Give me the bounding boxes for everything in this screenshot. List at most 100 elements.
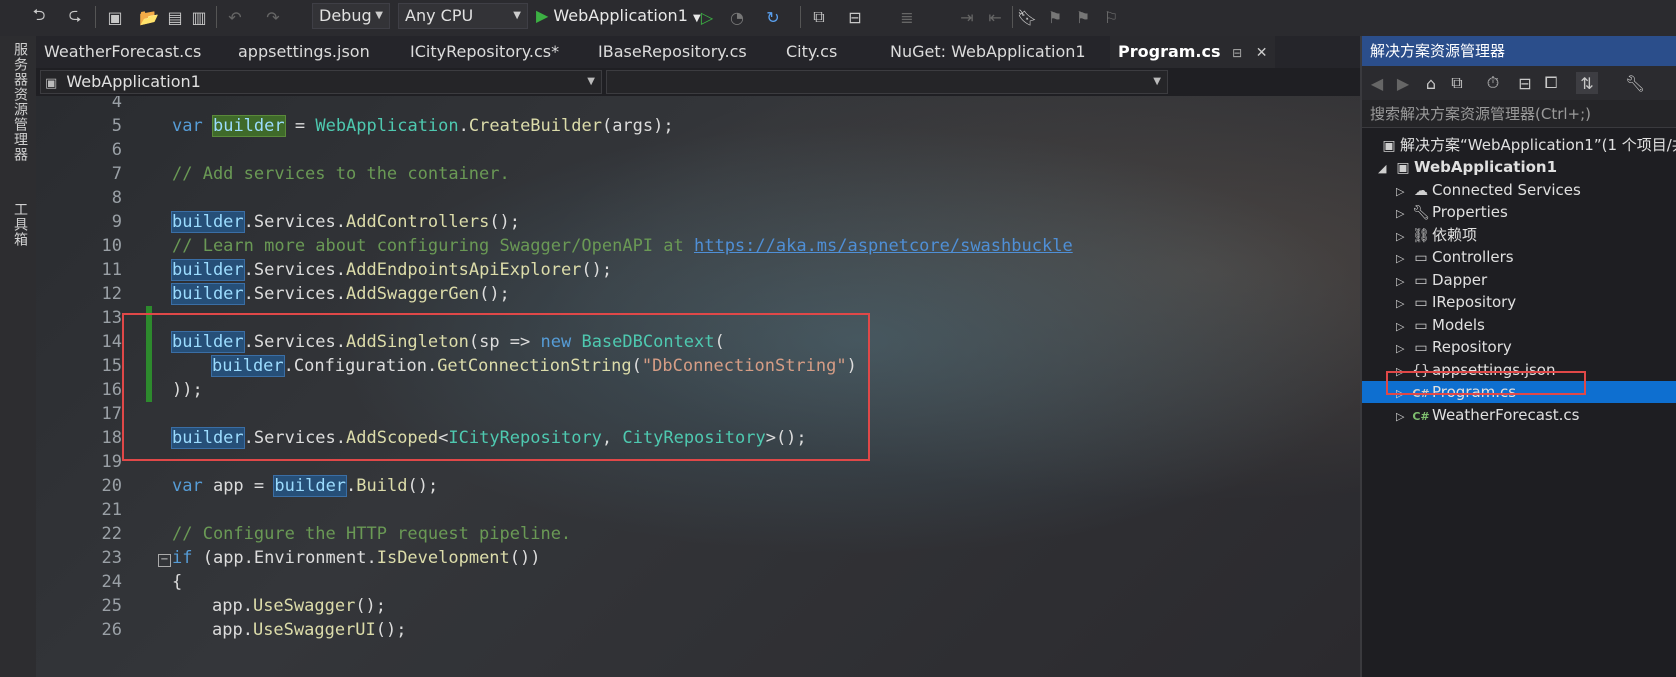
collapsed-icon[interactable]: ▷	[1396, 293, 1410, 315]
play-icon: ▶	[536, 6, 549, 25]
tree-models[interactable]: ▷ ▭ Models	[1396, 314, 1485, 336]
toolbar-separator	[216, 6, 217, 28]
line-number: 20	[101, 476, 122, 496]
tree-dependencies[interactable]: ▷ ⛓ 依赖项	[1396, 224, 1477, 246]
tab-weatherforecast[interactable]: WeatherForecast.cs	[44, 36, 201, 68]
line-number: 15	[101, 356, 122, 376]
csharp-project-icon: ▣	[1396, 160, 1410, 176]
back-icon[interactable]: ◀	[1366, 72, 1388, 94]
toolbox-tab[interactable]: 工具箱	[10, 202, 30, 247]
project-dropdown[interactable]: ▣ WebApplication1 ▼	[40, 70, 602, 94]
code-line-12: builder.Services.AddSwaggerGen();	[171, 283, 510, 305]
solution-explorer-title: 解决方案资源管理器	[1362, 36, 1676, 66]
csharp-project-icon: ▣	[45, 76, 58, 91]
forward-icon[interactable]: ▶	[1392, 72, 1414, 94]
folder-icon: ▭	[1414, 340, 1428, 356]
tab-program[interactable]: Program.cs ⊟ ✕	[1110, 36, 1276, 68]
line-number: 18	[101, 428, 122, 448]
expanded-icon[interactable]: ◢	[1378, 158, 1392, 180]
code-line-24: {	[172, 572, 183, 592]
swashbuckle-link[interactable]: https://aka.ms/aspnetcore/swashbuckle	[694, 236, 1073, 256]
toolbar-separator	[1012, 6, 1013, 28]
open-folder-icon[interactable]: 📂	[138, 6, 160, 28]
line-number: 26	[101, 620, 122, 640]
code-line-10: // Learn more about configuring Swagger/…	[172, 236, 1073, 256]
save-icon[interactable]: ▤	[164, 6, 186, 28]
pin-icon[interactable]: ⊟	[1232, 46, 1242, 60]
forward-icon[interactable]: ⮎	[64, 5, 86, 28]
line-number: 7	[111, 164, 122, 184]
collapsed-icon[interactable]: ▷	[1396, 406, 1410, 428]
tree-dapper[interactable]: ▷ ▭ Dapper	[1396, 269, 1487, 291]
collapsed-icon[interactable]: ▷	[1396, 271, 1410, 293]
platform-value: Any CPU	[405, 6, 474, 25]
collapse-icon[interactable]: −	[158, 554, 171, 567]
tree-repository[interactable]: ▷ ▭ Repository	[1396, 336, 1512, 358]
config-select[interactable]: Debug ▼	[312, 3, 390, 29]
solution-icon: ▣	[1382, 138, 1396, 154]
format-icon[interactable]: ≣	[896, 6, 918, 28]
tree-solution[interactable]: ▣ 解决方案“WebApplication1”(1 个项目/共	[1378, 134, 1676, 156]
tab-appsettings[interactable]: appsettings.json	[238, 36, 370, 68]
collapsed-icon[interactable]: ▷	[1396, 316, 1410, 338]
switch-views-icon[interactable]: ⧉	[1446, 72, 1468, 94]
code-line-23: if (app.Environment.IsDevelopment())	[172, 548, 541, 568]
indent-icon[interactable]: ⇥	[956, 6, 978, 28]
outdent-icon[interactable]: ⇤	[984, 6, 1006, 28]
line-number: 21	[101, 500, 122, 520]
collapsed-icon[interactable]: ▷	[1396, 181, 1410, 203]
run-button[interactable]: ▶ WebApplication1 ▼	[536, 3, 701, 29]
tree-controllers[interactable]: ▷ ▭ Controllers	[1396, 246, 1514, 268]
back-icon[interactable]: ⮌	[28, 5, 50, 28]
chevron-down-icon: ▼	[1153, 76, 1161, 87]
tree-connected-services[interactable]: ▷ ☁ Connected Services	[1396, 179, 1581, 201]
collapse-all-icon[interactable]: ⊟	[1514, 72, 1536, 94]
home-icon[interactable]: ⌂	[1420, 72, 1442, 94]
refresh-icon[interactable]: ↻	[762, 6, 784, 28]
collapsed-icon[interactable]: ▷	[1396, 248, 1410, 270]
save-all-icon[interactable]: ▥	[188, 6, 210, 28]
prev-bookmark-icon[interactable]: ⚑	[1044, 6, 1066, 28]
line-number: 12	[101, 284, 122, 304]
new-project-icon[interactable]: ▣	[104, 6, 126, 28]
properties-wrench-icon[interactable]: 🔧︎	[1624, 72, 1646, 94]
program-highlight-box	[1386, 371, 1586, 395]
tree-project[interactable]: ◢ ▣ WebApplication1	[1378, 156, 1557, 178]
bookmark-icon[interactable]: 🔖︎	[1016, 6, 1038, 28]
start-without-debug-icon[interactable]: ▷	[696, 6, 718, 28]
undo-icon[interactable]: ↶	[224, 6, 246, 28]
code-editor[interactable]: 4 5 6 7 8 9 10 11 12 13 14 15 16 17 18 1…	[36, 96, 1360, 677]
member-dropdown[interactable]: ▼	[606, 70, 1168, 94]
code-line-7: // Add services to the container.	[172, 164, 510, 184]
tree-properties[interactable]: ▷ 🔧︎ Properties	[1396, 201, 1508, 223]
sync-icon[interactable]: ⇅	[1576, 72, 1598, 94]
tab-program-label: Program.cs	[1118, 42, 1221, 61]
tree-irepository[interactable]: ▷ ▭ IRepository	[1396, 291, 1516, 313]
browse-folder-icon[interactable]: ⧉	[808, 6, 830, 28]
history-icon[interactable]: ⏱	[1482, 72, 1504, 94]
tab-icityrepository[interactable]: ICityRepository.cs*	[410, 36, 559, 68]
chevron-down-icon: ▼	[513, 10, 521, 21]
close-icon[interactable]: ✕	[1256, 45, 1268, 61]
collapsed-icon[interactable]: ▷	[1396, 203, 1410, 225]
clear-bookmark-icon[interactable]: ⚐	[1100, 6, 1122, 28]
solution-search-input[interactable]: 搜索解决方案资源管理器(Ctrl+;)	[1362, 100, 1676, 128]
next-bookmark-icon[interactable]: ⚑	[1072, 6, 1094, 28]
line-number: 25	[101, 596, 122, 616]
attach-icon[interactable]: ◔	[726, 6, 748, 28]
line-number: 19	[101, 452, 122, 472]
project-dropdown-value: WebApplication1	[66, 72, 201, 91]
redo-icon[interactable]: ↷	[262, 6, 284, 28]
collapsed-icon[interactable]: ▷	[1396, 226, 1410, 248]
platform-select[interactable]: Any CPU ▼	[398, 3, 528, 29]
tab-ibaserepository[interactable]: IBaseRepository.cs	[598, 36, 747, 68]
tree-weatherforecast[interactable]: ▷ C# WeatherForecast.cs	[1396, 404, 1579, 426]
chevron-down-icon: ▼	[375, 10, 383, 21]
collapsed-icon[interactable]: ▷	[1396, 338, 1410, 360]
window-layout-icon[interactable]: ⊟	[844, 6, 866, 28]
server-explorer-tab[interactable]: 服务器资源管理器	[10, 42, 30, 162]
folder-icon: ▭	[1414, 250, 1428, 266]
show-all-files-icon[interactable]: ⧠	[1540, 72, 1562, 94]
tab-city[interactable]: City.cs	[786, 36, 837, 68]
tab-nuget[interactable]: NuGet: WebApplication1	[890, 36, 1086, 68]
